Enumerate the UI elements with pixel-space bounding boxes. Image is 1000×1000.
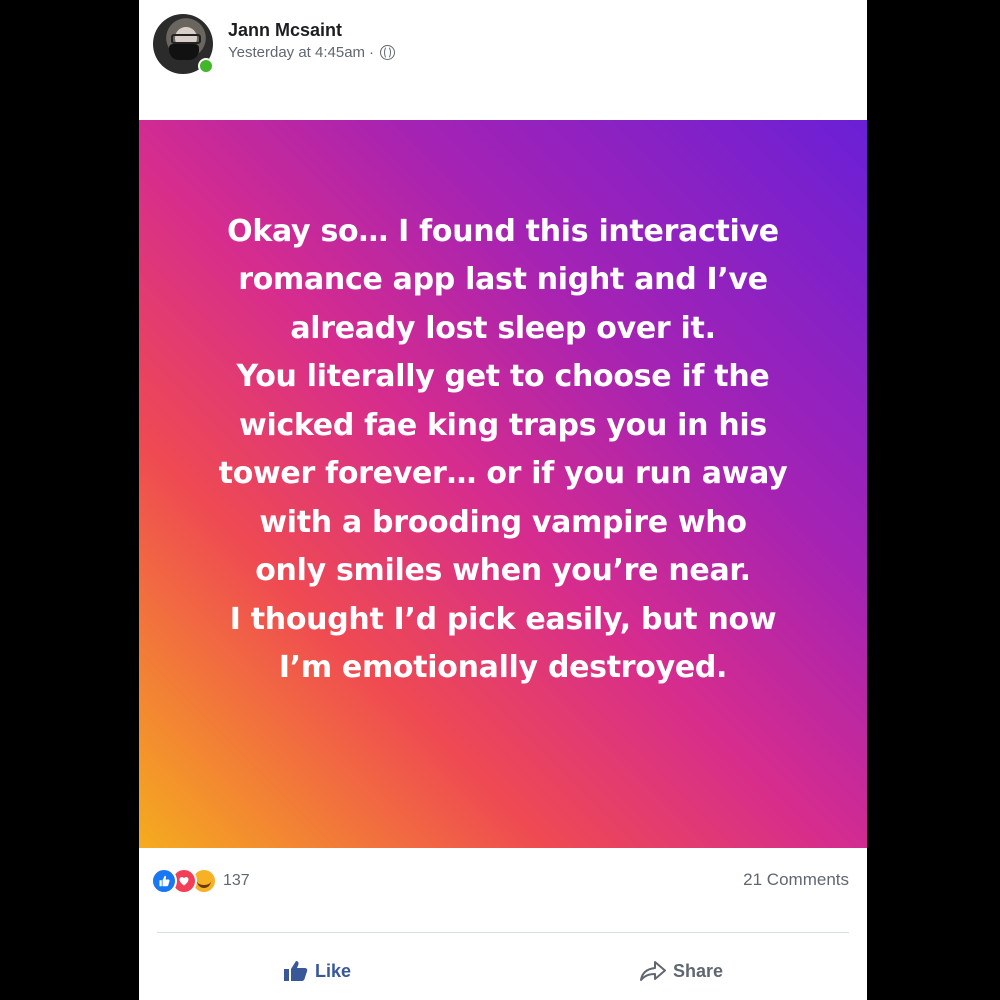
like-label: Like [315,960,352,981]
comments-link[interactable]: 21 Comments [743,870,849,890]
author-name[interactable]: Jann Mcsaint [228,20,342,41]
post-text: Okay so… I found this interactive romanc… [219,208,788,693]
thumbs-up-icon [283,960,309,982]
post-text-line: romance app last night and I’ve [238,262,768,297]
post-text-line: with a brooding vampire who [259,504,747,540]
post-background: Okay so… I found this interactive romanc… [139,120,867,848]
post-text-line: Okay so… I found this interactive [227,213,779,249]
post-text-line: wicked fae king traps you in his [239,407,767,443]
avatar-mask [169,44,199,60]
reactions-summary[interactable]: 137 [151,868,250,894]
post-card: Jann Mcsaint Yesterday at 4:45am · Okay … [139,0,867,1000]
post-timestamp[interactable]: Yesterday at 4:45am [228,44,365,61]
post-text-line: tower forever… or if you run away [218,456,788,491]
online-status-dot [198,58,214,74]
post-text-line: You literally get to choose if the [236,359,770,394]
avatar-glasses [171,34,201,44]
share-button[interactable]: Share [639,960,723,982]
post-text-line: I thought I’d pick easily, but now [229,601,777,637]
post-meta: Yesterday at 4:45am · [228,44,396,61]
meta-separator: · [369,44,375,61]
like-button[interactable]: Like [283,960,351,982]
reaction-count: 137 [223,872,250,889]
globe-icon [380,45,396,60]
share-label: Share [673,960,724,981]
post-text-line: I’m emotionally destroyed. [278,650,728,685]
share-arrow-icon [639,960,667,982]
divider [157,932,849,933]
post-header: Jann Mcsaint Yesterday at 4:45am · [139,0,867,120]
like-icon [151,868,177,894]
post-text-line: already lost sleep over it. [290,310,716,346]
post-text-line: only smiles when you’re near. [255,553,751,588]
